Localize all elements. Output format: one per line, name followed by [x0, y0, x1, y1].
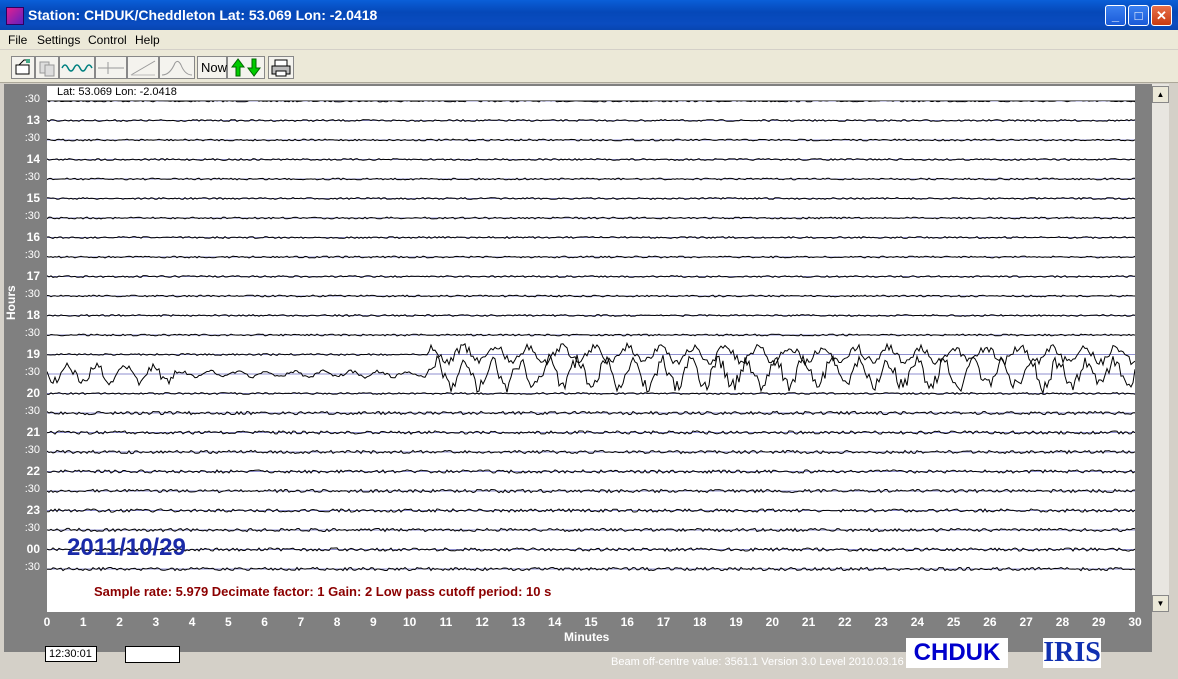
x-tick-label: 0 — [43, 615, 51, 629]
status-info: Beam off-centre value: 3561.1 Version 3.… — [611, 656, 904, 668]
half-hour-label: :30 — [24, 93, 40, 105]
hour-label: 22 — [26, 463, 40, 478]
half-hour-label: :30 — [24, 483, 40, 495]
waveform-icon[interactable] — [59, 56, 95, 79]
half-hour-label: :30 — [24, 444, 40, 456]
x-tick-label: 22 — [838, 615, 852, 629]
now-button[interactable]: Now — [197, 56, 227, 79]
half-hour-label: :30 — [24, 561, 40, 573]
x-tick-label: 7 — [297, 615, 305, 629]
version-info: Version 3.0 Level 2010.03.16 — [761, 656, 904, 668]
x-tick-label: 27 — [1019, 615, 1033, 629]
window-title: Station: CHDUK/Cheddleton Lat: 53.069 Lo… — [28, 7, 378, 23]
menu-control[interactable]: Control — [88, 33, 127, 47]
title-bar: Station: CHDUK/Cheddleton Lat: 53.069 Lo… — [0, 0, 1178, 30]
x-tick-label: 19 — [729, 615, 743, 629]
helicorder-plot[interactable]: 2011/10/29 Sample rate: 5.979 Decimate f… — [47, 101, 1135, 612]
x-tick-label: 3 — [152, 615, 160, 629]
x-tick-label: 6 — [261, 615, 268, 629]
pulse-icon[interactable] — [159, 56, 195, 79]
x-tick-label: 1 — [79, 615, 87, 629]
seismic-trace — [47, 410, 1135, 416]
copy-icon[interactable] — [35, 56, 59, 79]
seismic-trace — [47, 313, 1135, 318]
hour-label: 21 — [26, 424, 40, 439]
scroll-up-down-icon[interactable] — [227, 56, 265, 79]
hour-label: 16 — [26, 229, 40, 244]
hour-label: 15 — [26, 190, 40, 205]
x-tick-label: 4 — [188, 615, 196, 629]
menu-help[interactable]: Help — [135, 33, 160, 47]
ramp-icon[interactable] — [127, 56, 159, 79]
hour-label: 23 — [26, 502, 40, 517]
helicorder-traces — [47, 101, 1135, 572]
half-hour-label: :30 — [24, 171, 40, 183]
x-tick-label: 15 — [584, 615, 598, 629]
hour-label: 20 — [26, 385, 40, 400]
now-label: Now — [201, 60, 228, 75]
hour-label: 19 — [26, 346, 40, 361]
hour-label: 00 — [26, 541, 40, 556]
plot-header-strip: Lat: 53.069 Lon: -2.0418 — [47, 86, 1135, 100]
x-axis-title: Minutes — [564, 630, 610, 644]
toolbar: Now — [0, 50, 1178, 83]
scroll-up-icon[interactable]: ▲ — [1152, 86, 1169, 103]
beam-value: Beam off-centre value: 3561.1 — [611, 656, 759, 668]
scroll-down-icon[interactable]: ▼ — [1152, 595, 1169, 612]
x-tick-label: 14 — [548, 615, 562, 629]
half-hour-label: :30 — [24, 132, 40, 144]
lat-lon-label: Lat: 53.069 Lon: -2.0418 — [57, 86, 177, 98]
x-tick-label: 12 — [475, 615, 489, 629]
info-label: Sample rate: 5.979 Decimate factor: 1 Ga… — [94, 584, 552, 599]
half-hour-label: :30 — [24, 522, 40, 534]
x-tick-label: 16 — [620, 615, 634, 629]
seismic-trace — [47, 177, 1135, 181]
open-file-icon[interactable] — [11, 56, 35, 79]
x-tick-label: 25 — [946, 615, 961, 629]
x-tick-label: 10 — [402, 615, 417, 629]
half-hour-label: :30 — [24, 405, 40, 417]
y-axis-title: Hours — [4, 285, 18, 320]
half-hour-label: :30 — [24, 327, 40, 339]
status-field — [125, 646, 180, 663]
hour-label: 13 — [26, 112, 40, 127]
trace-icon[interactable] — [95, 56, 127, 79]
x-tick-label: 21 — [801, 615, 816, 629]
print-icon[interactable] — [268, 56, 294, 79]
x-tick-label: 28 — [1055, 615, 1070, 629]
menu-settings[interactable]: Settings — [37, 33, 80, 47]
menu-file[interactable]: File — [8, 33, 27, 47]
x-tick-label: 5 — [224, 615, 232, 629]
station-logo: CHDUK — [906, 638, 1008, 668]
x-tick-label: 23 — [874, 615, 888, 629]
menu-bar: File Settings Control Help — [0, 30, 1178, 49]
x-tick-label: 29 — [1092, 615, 1106, 629]
half-hour-label: :30 — [24, 366, 40, 378]
x-tick-label: 17 — [656, 615, 671, 629]
x-tick-label: 20 — [765, 615, 779, 629]
maximize-icon[interactable]: □ — [1128, 5, 1149, 26]
app-icon — [6, 7, 24, 25]
minimize-icon[interactable]: _ — [1105, 5, 1126, 26]
x-tick-label: 18 — [693, 615, 707, 629]
x-tick-label: 13 — [511, 615, 526, 629]
x-tick-label: 8 — [333, 615, 341, 629]
hour-label: 17 — [26, 268, 40, 283]
time-display: 12:30:01 — [45, 646, 97, 662]
half-hour-label: :30 — [24, 210, 40, 222]
x-tick-label: 24 — [910, 615, 925, 629]
seismic-trace — [47, 488, 1135, 494]
x-tick-label: 9 — [370, 615, 377, 629]
x-tick-label: 2 — [116, 615, 123, 629]
vertical-scrollbar[interactable]: ▲ ▼ — [1152, 84, 1169, 612]
hour-label: 14 — [26, 151, 40, 166]
x-tick-label: 26 — [983, 615, 997, 629]
date-label: 2011/10/29 — [67, 534, 186, 561]
half-hour-label: :30 — [24, 249, 40, 261]
close-icon[interactable]: ✕ — [1151, 5, 1172, 26]
seismic-trace — [47, 101, 1135, 103]
iris-logo: IRIS — [1043, 637, 1101, 668]
x-tick-label: 30 — [1128, 615, 1142, 629]
x-tick-label: 11 — [439, 615, 453, 629]
